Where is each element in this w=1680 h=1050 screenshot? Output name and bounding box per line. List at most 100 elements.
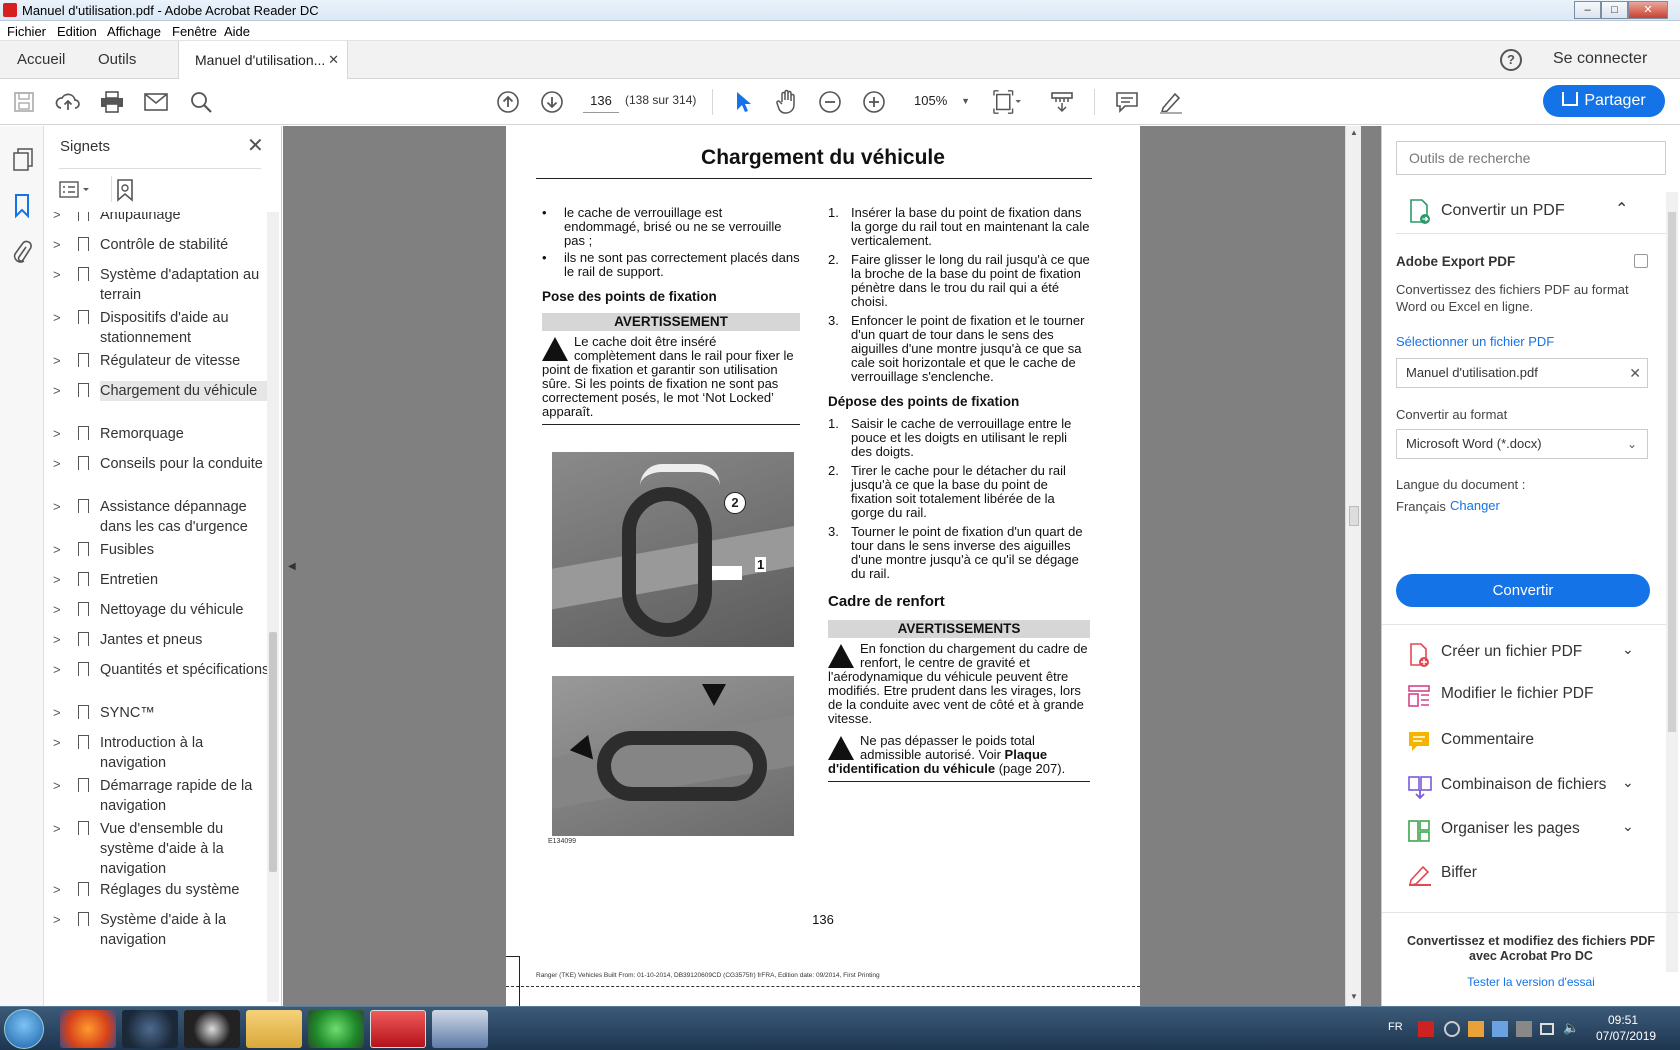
scrollbar-thumb[interactable] <box>1668 212 1676 732</box>
expand-chevron-icon[interactable]: > <box>53 660 61 680</box>
trial-link[interactable]: Tester la version d'essai <box>1396 975 1666 989</box>
expand-chevron-icon[interactable]: > <box>53 454 61 474</box>
upload-cloud-icon[interactable] <box>54 88 82 116</box>
previous-page-icon[interactable] <box>494 88 522 116</box>
expand-chevron-icon[interactable]: > <box>53 381 61 401</box>
bookmark-options-icon[interactable] <box>59 180 93 203</box>
expand-chevron-icon[interactable]: > <box>53 733 61 753</box>
help-icon[interactable]: ? <box>1500 49 1522 71</box>
minimize-button[interactable]: – <box>1574 1 1601 19</box>
clover-app-taskbar-icon[interactable] <box>308 1010 364 1048</box>
print-icon[interactable] <box>98 88 126 116</box>
highlight-pen-icon[interactable] <box>1157 88 1185 116</box>
close-panel-icon[interactable]: ✕ <box>247 133 264 158</box>
tray-app-icon[interactable] <box>1468 1021 1484 1037</box>
collapse-left-panel-icon[interactable]: ◀ <box>288 561 296 572</box>
format-select[interactable]: Microsoft Word (*.docx) ⌄ <box>1396 429 1648 459</box>
tool-redact[interactable]: Biffer <box>1382 852 1680 896</box>
expand-chevron-icon[interactable]: > <box>53 570 61 590</box>
maximize-button[interactable]: □ <box>1601 1 1628 19</box>
expand-chevron-icon[interactable]: > <box>53 819 61 839</box>
tray-app-icon[interactable] <box>1516 1021 1532 1037</box>
document-scrollbar[interactable]: ▲ ▼ <box>1345 126 1361 1006</box>
expand-chevron-icon[interactable]: > <box>53 265 61 285</box>
login-button[interactable]: Se connecter <box>1553 50 1647 68</box>
acrobat-taskbar-icon[interactable] <box>370 1010 426 1048</box>
selected-file-field[interactable]: Manuel d'utilisation.pdf ✕ <box>1396 358 1648 388</box>
tool-create-pdf[interactable]: Créer un fichier PDF ⌄ <box>1382 631 1680 675</box>
chevron-up-icon[interactable]: ⌃ <box>1615 199 1628 219</box>
tray-app-icon[interactable] <box>1444 1021 1460 1037</box>
tab-home[interactable]: Accueil <box>17 41 65 79</box>
page-number-input[interactable]: 136 <box>583 89 619 113</box>
expand-chevron-icon[interactable]: > <box>53 235 61 255</box>
expand-chevron-icon[interactable]: > <box>53 880 61 900</box>
menu-affichage[interactable]: Affichage <box>107 24 161 39</box>
close-tab-icon[interactable]: ✕ <box>328 41 339 79</box>
scroll-up-icon[interactable]: ▲ <box>1350 128 1358 137</box>
tools-pane-scrollbar[interactable] <box>1666 192 1678 972</box>
tab-document[interactable]: Manuel d'utilisation... ✕ <box>178 41 348 80</box>
volume-icon[interactable]: 🔈 <box>1563 1020 1579 1036</box>
menu-edition[interactable]: Edition <box>57 24 97 39</box>
expand-chevron-icon[interactable]: > <box>53 497 61 517</box>
expand-chevron-icon[interactable]: > <box>53 351 61 371</box>
expand-chevron-icon[interactable]: > <box>53 703 61 723</box>
control-panel-taskbar-icon[interactable] <box>432 1010 488 1048</box>
start-button[interactable] <box>4 1009 44 1049</box>
scrollbar-thumb[interactable] <box>269 632 277 872</box>
save-icon[interactable] <box>10 88 38 116</box>
change-language-link[interactable]: Changer <box>1450 498 1500 513</box>
tool-comment[interactable]: Commentaire <box>1382 719 1680 763</box>
tool-combine-files[interactable]: Combinaison de fichiers ⌄ <box>1382 764 1680 808</box>
scroll-mode-icon[interactable] <box>1048 88 1076 116</box>
zoom-level-select[interactable]: 105% ▼ <box>908 89 974 113</box>
expand-chevron-icon[interactable]: > <box>53 776 61 796</box>
bookmarks-icon[interactable] <box>13 194 31 221</box>
expand-chevron-icon[interactable]: > <box>53 910 61 930</box>
expand-chevron-icon[interactable]: > <box>53 540 61 560</box>
hand-tool-icon[interactable] <box>773 88 801 116</box>
page-thumbnails-icon[interactable] <box>12 148 34 175</box>
search-icon[interactable] <box>187 88 215 116</box>
tray-app-icon[interactable] <box>1492 1021 1508 1037</box>
scroll-down-icon[interactable]: ▼ <box>1350 992 1358 1001</box>
attachments-icon[interactable] <box>12 239 32 268</box>
close-window-button[interactable]: ✕ <box>1628 1 1668 19</box>
scrollbar-thumb[interactable] <box>1349 506 1359 526</box>
expand-chevron-icon[interactable]: > <box>53 212 61 225</box>
game-launcher-taskbar-icon[interactable] <box>184 1010 240 1048</box>
tab-tools[interactable]: Outils <box>98 41 136 79</box>
tray-app-icon[interactable] <box>1418 1021 1434 1037</box>
tool-organize-pages[interactable]: Organiser les pages ⌄ <box>1382 808 1680 852</box>
firefox-taskbar-icon[interactable] <box>60 1010 116 1048</box>
zoom-in-icon[interactable] <box>860 88 888 116</box>
new-bookmark-icon[interactable] <box>115 178 137 205</box>
file-explorer-taskbar-icon[interactable] <box>246 1010 302 1048</box>
menu-fichier[interactable]: Fichier <box>7 24 46 39</box>
next-page-icon[interactable] <box>538 88 566 116</box>
zoom-out-icon[interactable] <box>816 88 844 116</box>
copy-icon[interactable] <box>1634 254 1648 268</box>
convert-pdf-title[interactable]: Convertir un PDF <box>1441 202 1565 220</box>
network-icon[interactable] <box>1540 1023 1554 1035</box>
steam-taskbar-icon[interactable] <box>122 1010 178 1048</box>
expand-chevron-icon[interactable]: > <box>53 424 61 444</box>
clock-date[interactable]: 07/07/2019 <box>1596 1029 1656 1043</box>
menu-aide[interactable]: Aide <box>224 24 250 39</box>
comment-icon[interactable] <box>1113 88 1141 116</box>
expand-chevron-icon[interactable]: > <box>53 308 61 328</box>
share-button[interactable]: Partager <box>1543 85 1665 117</box>
expand-chevron-icon[interactable]: > <box>53 630 61 650</box>
search-tools-input[interactable]: Outils de recherche <box>1396 141 1666 175</box>
bookmarks-scrollbar[interactable] <box>267 212 279 1002</box>
menu-fenetre[interactable]: Fenêtre <box>172 24 217 39</box>
input-language-indicator[interactable]: FR <box>1388 1021 1403 1033</box>
select-cursor-icon[interactable] <box>729 88 757 116</box>
fit-page-icon[interactable] <box>993 88 1021 116</box>
tool-edit-pdf[interactable]: Modifier le fichier PDF <box>1382 673 1680 717</box>
convert-button[interactable]: Convertir <box>1396 574 1650 607</box>
clear-file-icon[interactable]: ✕ <box>1629 359 1641 387</box>
email-icon[interactable] <box>142 88 170 116</box>
clock-time[interactable]: 09:51 <box>1608 1013 1638 1027</box>
